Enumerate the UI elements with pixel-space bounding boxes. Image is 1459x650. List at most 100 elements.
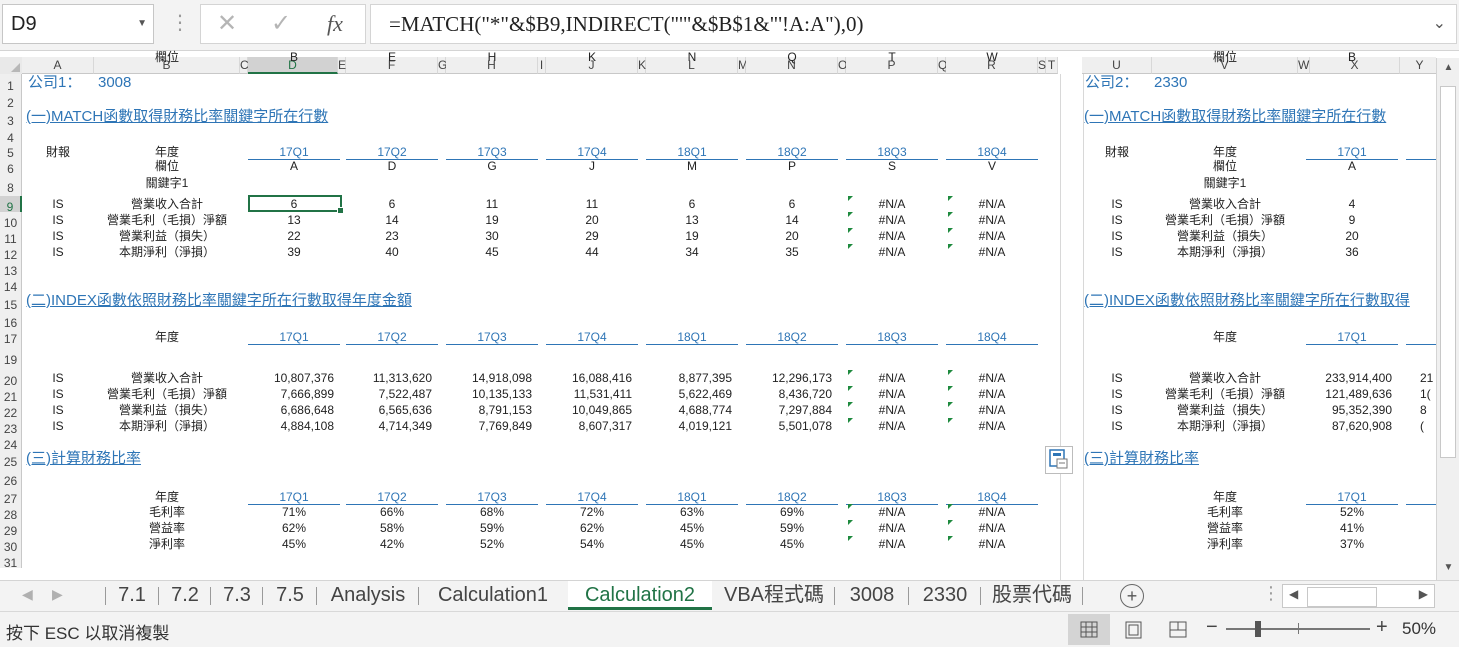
enter-icon[interactable]: ✓ [271,9,291,39]
paste-options-icon[interactable] [1045,446,1073,474]
sheet-tab-3008[interactable]: 3008 [836,581,908,610]
cancel-icon[interactable]: ✕ [217,9,237,39]
error-indicator-icon[interactable] [948,244,953,249]
ratio-cell-right[interactable]: 52% [1306,505,1398,519]
ratio-cell[interactable]: 69% [746,505,838,519]
page-layout-view-button[interactable] [1116,614,1152,645]
row-header-19[interactable]: 19 [0,344,22,370]
error-indicator-icon[interactable] [848,196,853,201]
data-cell[interactable]: 30 [446,229,538,243]
data-cell[interactable]: 8,607,317 [546,419,632,433]
data-cell[interactable]: 14,918,098 [446,371,532,385]
row-header-31[interactable]: 31 [0,552,22,570]
ratio-cell[interactable]: #N/A [946,537,1038,551]
data-cell[interactable]: 14 [346,213,438,227]
sheet-tab-7-2[interactable]: 7.2 [160,581,210,610]
ratio-cell[interactable]: 68% [446,505,538,519]
error-indicator-icon[interactable] [948,402,953,407]
row-header-25[interactable]: 25 [0,450,22,469]
formula-input[interactable]: =MATCH("*"&$B9,INDIRECT("'"&$B$1&"'!A:A"… [370,4,1457,44]
data-cell[interactable]: #N/A [846,213,938,227]
row-header-6[interactable]: 6 [0,158,22,176]
error-indicator-icon[interactable] [948,536,953,541]
data-cell[interactable]: 4,884,108 [248,419,334,433]
data-cell[interactable]: 40 [346,245,438,259]
ratio-cell[interactable]: #N/A [846,505,938,519]
column-header-u[interactable]: U [1082,57,1152,74]
sheet-tab-7-3[interactable]: 7.3 [212,581,262,610]
error-indicator-icon[interactable] [848,418,853,423]
more-options-icon[interactable]: ⋮ [170,10,190,36]
row-header-2[interactable]: 2 [0,92,22,110]
data-cell[interactable]: 10,135,133 [446,387,532,401]
data-cell[interactable]: #N/A [846,371,938,385]
sheet-tab--[interactable]: 股票代碼 [982,581,1082,610]
ratio-cell[interactable]: 59% [446,521,538,535]
scroll-thumb[interactable] [1307,587,1377,607]
scroll-thumb[interactable] [1440,86,1456,458]
data-cell[interactable]: 29 [546,229,638,243]
ratio-cell[interactable]: 42% [346,537,438,551]
ratio-cell[interactable]: 62% [248,521,340,535]
zoom-slider-thumb[interactable] [1255,621,1261,637]
data-cell[interactable]: #N/A [946,419,1038,433]
row-header-26[interactable]: 26 [0,468,22,488]
ratio-cell[interactable]: 66% [346,505,438,519]
column-header-c[interactable]: C [240,57,249,74]
sheet-tab-7-1[interactable]: 7.1 [106,581,158,610]
column-header-k[interactable]: K [638,57,646,74]
error-indicator-icon[interactable] [948,386,953,391]
data-cell[interactable]: 11 [546,197,638,211]
scroll-right-icon[interactable]: ▶ [1419,587,1428,601]
data-cell[interactable]: 4,714,349 [346,419,432,433]
error-indicator-icon[interactable] [948,212,953,217]
horizontal-scrollbar[interactable]: ◀ ▶ [1282,584,1435,608]
scroll-down-icon[interactable]: ▼ [1437,562,1459,573]
scroll-up-icon[interactable]: ▲ [1437,62,1459,73]
data-cell-right-partial[interactable]: 8 [1420,403,1427,417]
row-header-1[interactable]: 1 [0,74,22,93]
column-header-o[interactable]: O [838,57,847,74]
sheet-tab-calculation2[interactable]: Calculation2 [568,581,712,610]
row-header-20[interactable]: 20 [0,370,22,388]
data-cell[interactable]: 6 [746,197,838,211]
row-header-4[interactable]: 4 [0,128,22,145]
data-cell[interactable]: #N/A [846,403,938,417]
ratio-cell-right[interactable]: 41% [1306,521,1398,535]
data-cell-right[interactable]: 87,620,908 [1306,419,1392,433]
ratio-cell[interactable]: #N/A [946,505,1038,519]
error-indicator-icon[interactable] [848,370,853,375]
data-cell-right[interactable]: 36 [1306,245,1398,259]
error-indicator-icon[interactable] [848,504,853,509]
error-indicator-icon[interactable] [948,520,953,525]
data-cell[interactable]: 11,531,411 [546,387,632,401]
add-sheet-button[interactable]: + [1120,584,1144,608]
ratio-cell[interactable]: 58% [346,521,438,535]
ratio-cell[interactable]: 45% [746,537,838,551]
data-cell[interactable]: 19 [446,213,538,227]
row-header-12[interactable]: 12 [0,244,22,262]
row-header-22[interactable]: 22 [0,402,22,420]
error-indicator-icon[interactable] [848,386,853,391]
data-cell-right[interactable]: 233,914,400 [1306,371,1392,385]
insert-function-icon[interactable]: fx [327,9,343,39]
row-header-17[interactable]: 17 [0,328,22,346]
ratio-cell[interactable]: 72% [546,505,638,519]
ratio-cell[interactable]: #N/A [946,521,1038,535]
data-cell[interactable]: 5,622,469 [646,387,732,401]
data-cell-right-partial[interactable]: 21 [1420,371,1433,385]
data-cell[interactable]: 23 [346,229,438,243]
row-header-27[interactable]: 27 [0,488,22,506]
data-cell[interactable]: 6 [346,197,438,211]
column-header-a[interactable]: A [22,57,94,74]
row-header-23[interactable]: 23 [0,418,22,436]
row-header-30[interactable]: 30 [0,536,22,554]
ratio-cell[interactable]: 62% [546,521,638,535]
ratio-cell[interactable]: 45% [248,537,340,551]
data-cell-right[interactable]: 95,352,390 [1306,403,1392,417]
row-header-11[interactable]: 11 [0,228,22,246]
expand-formula-icon[interactable]: ⌄ [1433,5,1446,43]
row-header-16[interactable]: 16 [0,312,22,330]
data-cell[interactable]: 19 [646,229,738,243]
row-header-14[interactable]: 14 [0,276,22,294]
